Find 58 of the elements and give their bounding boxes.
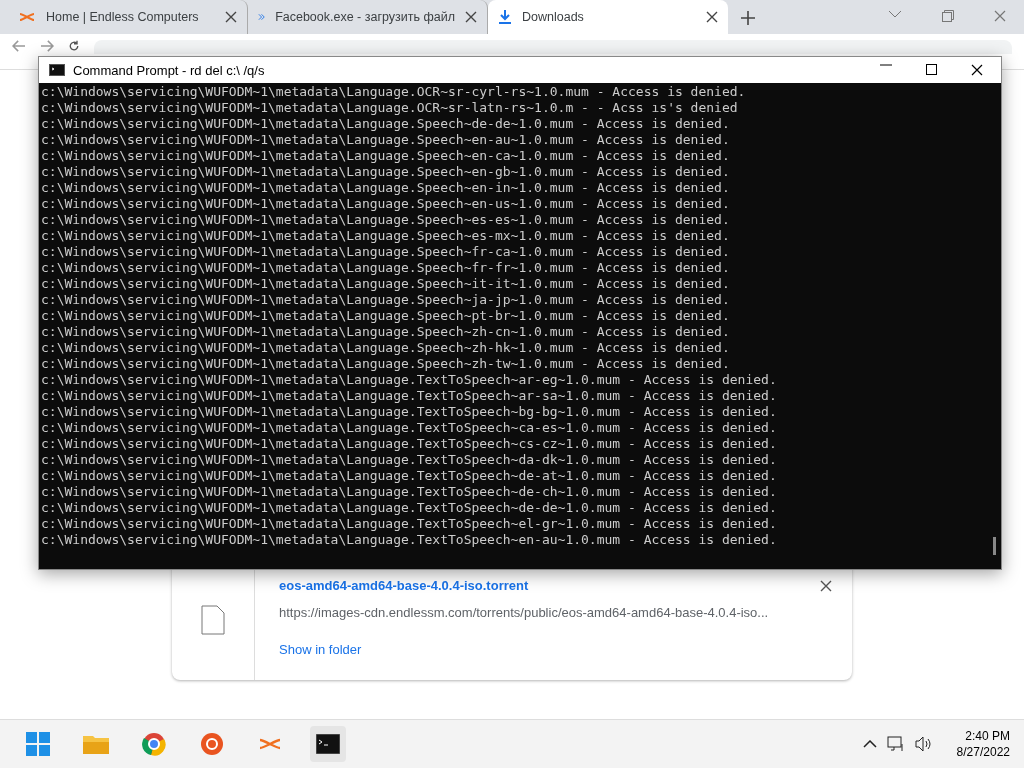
console-line: c:\Windows\servicing\WUFODM~1\metadata\Language.Speech~it-it~1.0.mum - Access is denied. — [41, 276, 731, 292]
chevron-down-icon[interactable] — [888, 10, 902, 18]
console-line: c:\Windows\servicing\WUFODM~1\metadata\Language.OCR~sr-cyrl-rs~1.0.mum - Access is denied. — [41, 84, 747, 100]
console-line: c:\Windows\servicing\WUFODM~1\metadata\Language.TextToSpeech~en-au~1.0.mum - Access is denied. — [41, 532, 778, 548]
console-line: c:\Windows\servicing\WUFODM~1\metadata\Language.TextToSpeech~bg-bg~1.0.mum - Access is denied. — [41, 404, 778, 420]
download-icon — [498, 9, 512, 25]
console-line: c:\Windows\servicing\WUFODM~1\metadata\Language.Speech~fr-fr~1.0.mum - Access is denied. — [41, 260, 731, 276]
console-line: c:\Windows\servicing\WUFODM~1\metadata\Language.TextToSpeech~ca-es~1.0.mum - Access is denied. — [41, 420, 778, 436]
console-line: c:\Windows\servicing\WUFODM~1\metadata\Language.TextToSpeech~da-dk~1.0.mum - Access is denied. — [41, 452, 778, 468]
maximize-icon[interactable] — [926, 64, 937, 75]
back-icon[interactable] — [12, 40, 26, 52]
console-line: c:\Windows\servicing\WUFODM~1\metadata\Language.TextToSpeech~de-at~1.0.mum - Access is denied. — [41, 468, 778, 484]
infinity-icon — [18, 11, 36, 23]
console-line: c:\Windows\servicing\WUFODM~1\metadata\Language.Speech~es-mx~1.0.mum - Access is denied. — [41, 228, 731, 244]
close-icon[interactable] — [820, 580, 832, 592]
console-line: c:\Windows\servicing\WUFODM~1\metadata\Language.Speech~en-au~1.0.mum - Access is denied. — [41, 132, 731, 148]
console-line: c:\Windows\servicing\WUFODM~1\metadata\Language.Speech~ja-jp~1.0.mum - Access is denied. — [41, 292, 731, 308]
restore-icon[interactable] — [942, 10, 954, 22]
browser-tab[interactable]: Home | Endless Computers — [8, 0, 248, 34]
terminal-icon[interactable] — [310, 726, 346, 762]
close-icon[interactable] — [706, 11, 718, 23]
terminal-icon — [49, 64, 65, 76]
console-line: c:\Windows\servicing\WUFODM~1\metadata\Language.Speech~en-us~1.0.mum - Access is denied. — [41, 196, 731, 212]
console-line: c:\Windows\servicing\WUFODM~1\metadata\Language.TextToSpeech~ar-eg~1.0.mum - Access is denied. — [41, 372, 778, 388]
console-line: c:\Windows\servicing\WUFODM~1\metadata\Language.TextToSpeech~cs-cz~1.0.mum - Access is denied. — [41, 436, 778, 452]
volume-icon[interactable] — [914, 736, 933, 752]
console-line: c:\Windows\servicing\WUFODM~1\metadata\Language.TextToSpeech~de-ch~1.0.mum - Access is denied. — [41, 484, 778, 500]
console-line: c:\Windows\servicing\WUFODM~1\metadata\Language.Speech~en-ca~1.0.mum - Access is denied. — [41, 148, 731, 164]
network-icon[interactable] — [886, 736, 905, 752]
forward-icon[interactable] — [40, 40, 54, 52]
close-icon[interactable] — [971, 64, 983, 76]
scrollbar-thumb-icon[interactable] — [992, 537, 996, 555]
console-line: c:\Windows\servicing\WUFODM~1\metadata\Language.Speech~es-es~1.0.mum - Access is denied. — [41, 212, 731, 228]
browser-tab[interactable]: Downloads — [488, 0, 728, 34]
console-line: c:\Windows\servicing\WUFODM~1\metadata\Language.TextToSpeech~el-gr~1.0.mum - Access is denied. — [41, 516, 778, 532]
reload-icon[interactable] — [68, 40, 80, 52]
console-line: c:\Windows\servicing\WUFODM~1\metadata\Language.Speech~pt-br~1.0.mum - Access is denied. — [41, 308, 731, 324]
clock-date: 8/27/2022 — [956, 745, 1010, 759]
window-title: Command Prompt - rd del c:\ /q/s — [73, 62, 265, 78]
console-line: c:\Windows\servicing\WUFODM~1\metadata\Language.Speech~en-gb~1.0.mum - Access is denied. — [41, 164, 731, 180]
console-line: c:\Windows\servicing\WUFODM~1\metadata\Language.Speech~zh-tw~1.0.mum - Access is denied. — [41, 356, 731, 372]
console-line: c:\Windows\servicing\WUFODM~1\metadata\Language.Speech~fr-ca~1.0.mum - Access is denied. — [41, 244, 731, 260]
console-line: c:\Windows\servicing\WUFODM~1\metadata\Language.Speech~de-de~1.0.mum - Access is denied. — [41, 116, 731, 132]
console-line: c:\Windows\servicing\WUFODM~1\metadata\Language.TextToSpeech~ar-sa~1.0.mum - Access is denied. — [41, 388, 778, 404]
console-line: c:\Windows\servicing\WUFODM~1\metadata\Language.Speech~zh-hk~1.0.mum - Access is denied. — [41, 340, 731, 356]
close-icon[interactable] — [225, 11, 237, 23]
file-name-link[interactable]: eos-amd64-amd64-base-4.0.4-iso.torrent — [279, 578, 828, 593]
chevron-up-icon[interactable] — [862, 740, 877, 748]
console-line: c:\Windows\servicing\WUFODM~1\metadata\Language.TextToSpeech~de-de~1.0.mum - Access is denied. — [41, 500, 778, 516]
console-line: c:\Windows\servicing\WUFODM~1\metadata\Language.Speech~zh-cn~1.0.mum - Access is denied. — [41, 324, 731, 340]
console-line: c:\Windows\servicing\WUFODM~1\metadata\Language.Speech~en-in~1.0.mum - Access is denied. — [41, 180, 731, 196]
close-icon[interactable] — [465, 11, 477, 23]
console-line: c:\Windows\servicing\WUFODM~1\metadata\Language.OCR~sr-latn-rs~1.0.m - - Acss ıs's denied — [41, 100, 739, 116]
new-tab-icon[interactable] — [740, 10, 756, 26]
show-in-folder-link[interactable]: Show in folder — [279, 642, 828, 657]
source-url: https://images-cdn.endlessm.com/torrents/public/eos-amd64-amd64-base-4.0.4-iso... — [279, 605, 770, 620]
clock-time: 2:40 PM — [965, 729, 1010, 743]
file-icon — [201, 605, 225, 635]
